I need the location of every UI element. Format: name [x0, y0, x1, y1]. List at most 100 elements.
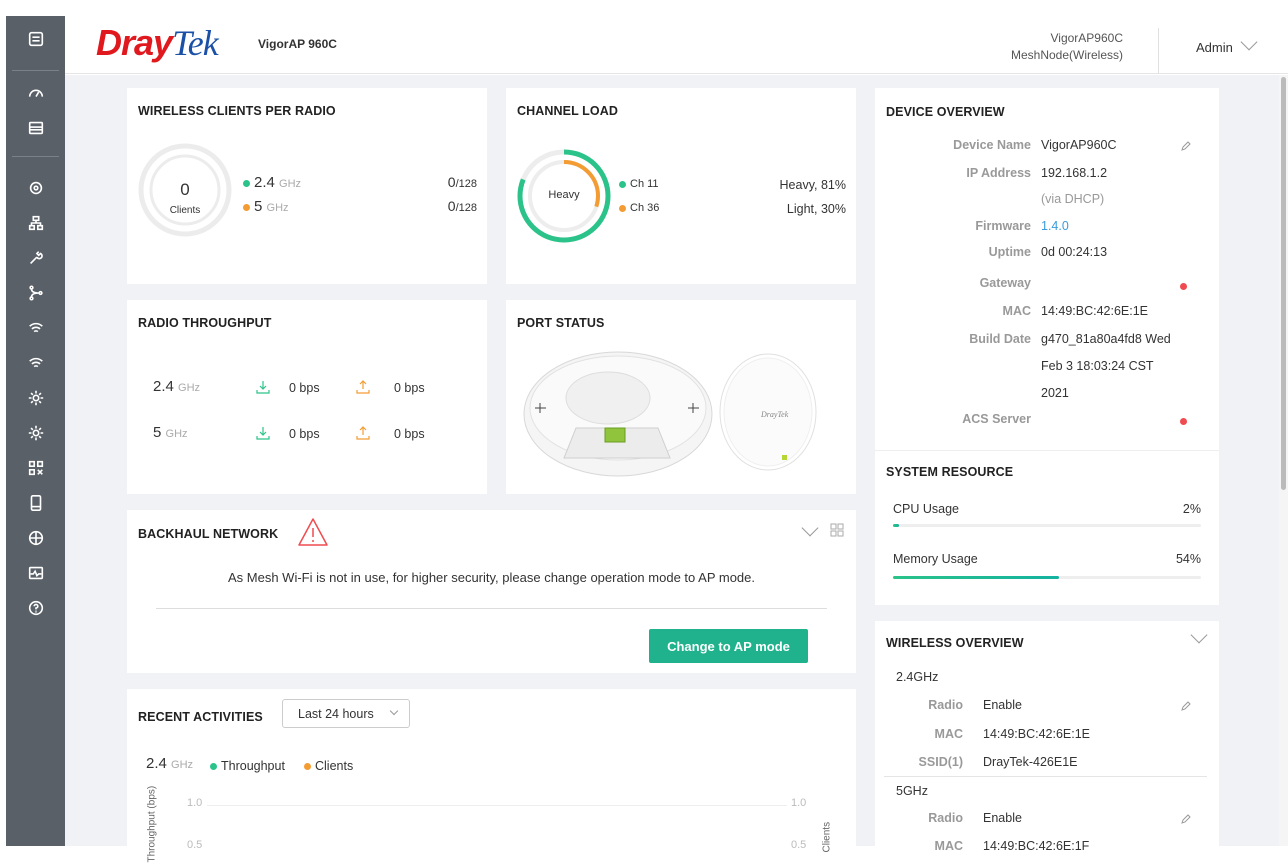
mac-24-value: 14:49:BC:42:6E:1E — [983, 727, 1091, 741]
dashboard-icon[interactable] — [6, 78, 65, 108]
user-menu[interactable]: Admin — [1196, 40, 1233, 55]
cpu-bar — [893, 524, 1201, 527]
time-range-select[interactable]: Last 24 hours — [282, 699, 410, 728]
ssid-24-value: DrayTek-426E1E — [983, 755, 1078, 769]
gateway-status-dot — [1180, 283, 1187, 290]
edit-icon[interactable] — [1180, 700, 1192, 712]
chevron-down-icon[interactable] — [801, 519, 819, 537]
grid-icon[interactable] — [830, 523, 844, 537]
apps-icon[interactable] — [6, 453, 65, 483]
green-dot-icon — [210, 763, 217, 771]
memory-label: Memory Usage — [893, 552, 978, 566]
divider — [156, 608, 827, 609]
wireless-overview-card: WIRELESS OVERVIEW 2.4GHz Radio Enable MA… — [875, 621, 1219, 853]
header-divider — [1158, 28, 1159, 74]
settings-icon[interactable] — [6, 383, 65, 413]
edit-icon[interactable] — [1180, 140, 1192, 152]
device-info: VigorAP960C MeshNode(Wireless) — [1011, 30, 1123, 64]
help-icon[interactable] — [6, 593, 65, 623]
acs-status-dot — [1180, 418, 1187, 425]
edit-icon[interactable] — [1180, 813, 1192, 825]
backhaul-network-card: BACKHAUL NETWORK As Mesh Wi-Fi is not in… — [127, 510, 856, 673]
channel-load-center: Heavy — [548, 189, 580, 201]
refresh-icon[interactable] — [6, 173, 65, 203]
band-5-heading: 5GHz — [896, 784, 928, 798]
device-bottom-image — [523, 351, 713, 477]
gridline — [207, 805, 787, 806]
memory-bar-fill — [893, 576, 1060, 579]
divider — [875, 450, 1219, 451]
green-dot-icon — [619, 180, 626, 188]
change-to-ap-mode-button[interactable]: Change to AP mode — [649, 629, 808, 663]
device-name-row: Device Name VigorAP960C — [953, 138, 1117, 152]
radio-5-row: Radio — [928, 811, 963, 825]
channel-11-legend: Ch 11 — [619, 178, 659, 190]
wifi-icon[interactable] — [6, 313, 65, 343]
channel-load-card: CHANNEL LOAD Heavy Ch 11 Ch 36 Heavy, 81… — [506, 88, 856, 284]
card-title: PORT STATUS — [517, 316, 605, 330]
throughput-5-band: 5 GHz — [153, 424, 188, 441]
card-title: CHANNEL LOAD — [517, 104, 618, 118]
clients-total: 0 — [180, 180, 190, 199]
y-tick-right-top: 1.0 — [791, 797, 807, 809]
firmware-link[interactable]: 1.4.0 — [1041, 219, 1069, 233]
orange-dot-icon — [243, 203, 250, 211]
channel-11-status: Heavy, 81% — [779, 178, 846, 192]
draytek-logo[interactable]: DrayTek — [96, 22, 219, 64]
clients-total-label: Clients — [169, 205, 201, 216]
radio-5-value: Enable — [983, 811, 1022, 825]
settings-icon[interactable] — [6, 418, 65, 448]
cpu-value: 2% — [1182, 502, 1201, 516]
wifi-icon[interactable] — [6, 348, 65, 378]
card-title: RADIO THROUGHPUT — [138, 316, 272, 330]
card-title: BACKHAUL NETWORK — [138, 527, 279, 541]
scrollbar-thumb[interactable] — [1281, 77, 1286, 490]
divider — [884, 776, 1207, 777]
chart-band-label: 2.4 GHz — [146, 755, 194, 772]
mac-24-row: MAC — [934, 727, 963, 741]
menu-toggle-icon[interactable] — [6, 24, 65, 54]
throughput-5-up: 0 bps — [394, 427, 425, 441]
mesh-icon[interactable] — [6, 278, 65, 308]
recent-activities-card: RECENT ACTIVITIES Last 24 hours 2.4 GHz … — [127, 689, 856, 863]
build-date-row: Build Date g470_81a80a4fd8 Wed — [969, 332, 1171, 346]
device-mode: MeshNode(Wireless) — [1010, 48, 1123, 62]
model-name: VigorAP 960C — [258, 37, 337, 51]
ssid-24-row: SSID(1) — [918, 755, 963, 769]
chevron-down-icon[interactable] — [1190, 626, 1208, 644]
download-icon — [256, 381, 270, 394]
radio-24-legend: 2.4 GHz — [243, 174, 301, 191]
warning-icon — [298, 518, 328, 546]
network-icon[interactable] — [6, 208, 65, 238]
y-tick-right-mid: 0.5 — [791, 839, 807, 851]
chevron-down-icon[interactable] — [1240, 33, 1258, 51]
firmware-row: Firmware 1.4.0 — [975, 219, 1069, 233]
globe-icon[interactable] — [6, 523, 65, 553]
channel-36-legend: Ch 36 — [619, 202, 659, 214]
radio-24-count: 0/128 — [447, 174, 477, 190]
backhaul-message: As Mesh Wi-Fi is not in use, for higher … — [227, 570, 755, 585]
cpu-label: CPU Usage — [893, 502, 959, 516]
download-icon — [256, 427, 270, 440]
y-tick-left-top: 1.0 — [187, 797, 203, 809]
card-title: WIRELESS OVERVIEW — [886, 636, 1024, 650]
mobile-icon[interactable] — [6, 488, 65, 518]
upload-icon — [356, 380, 370, 394]
device-name: VigorAP960C — [1050, 31, 1124, 45]
build-date-row-2: Feb 3 18:03:24 CST — [1041, 359, 1154, 373]
legend-throughput: Throughput — [210, 759, 285, 773]
diagnostic-icon[interactable] — [6, 558, 65, 588]
monitor-icon[interactable] — [6, 113, 65, 143]
wireless-clients-card: WIRELESS CLIENTS PER RADIO 0 Clients 2.4… — [127, 88, 487, 284]
scrollbar[interactable] — [1279, 75, 1288, 846]
system-resource-title: SYSTEM RESOURCE — [886, 465, 1014, 479]
radio-24-value: Enable — [983, 698, 1022, 712]
memory-value: 54% — [1175, 552, 1201, 566]
green-dot-icon — [243, 179, 250, 187]
throughput-24-band: 2.4 GHz — [153, 378, 201, 395]
y-axis-label-right: Clients — [821, 821, 833, 853]
legend-clients: Clients — [304, 759, 353, 773]
tool-icon[interactable] — [6, 243, 65, 273]
y-axis-label-left: Throughput (bps) — [146, 785, 158, 863]
radio-5-count: 0/128 — [447, 198, 477, 214]
